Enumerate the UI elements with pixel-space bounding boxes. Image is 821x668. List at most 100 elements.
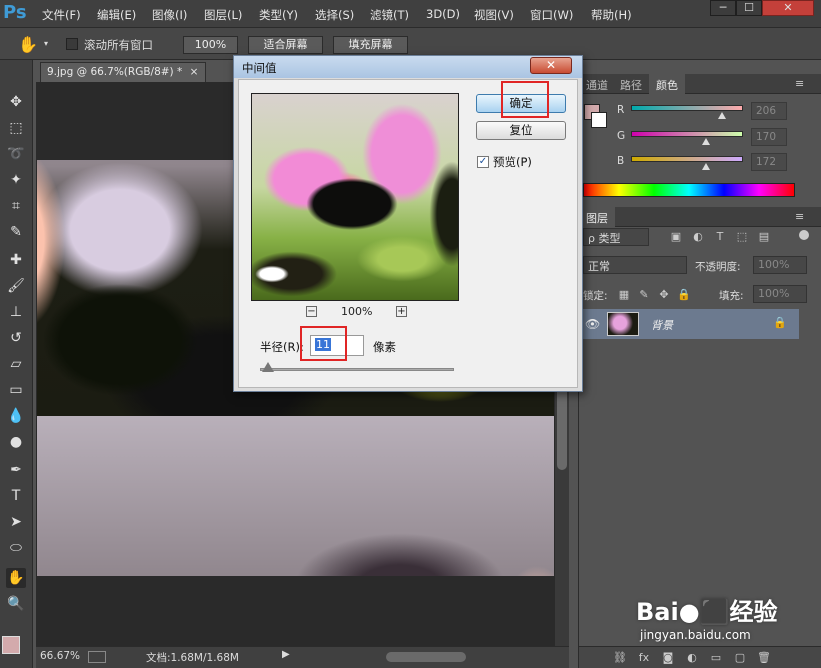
color-r-label: R — [617, 104, 625, 116]
blur-tool-icon[interactable]: 💧 — [6, 406, 26, 426]
layer-mask-icon[interactable]: ◙ — [661, 651, 675, 665]
status-menu-arrow-icon[interactable]: ▶ — [282, 649, 290, 660]
link-layers-icon[interactable]: ⛓ — [613, 651, 627, 665]
brush-tool-icon[interactable]: 🖌 — [6, 276, 26, 296]
eraser-tool-icon[interactable]: ▱ — [6, 354, 26, 374]
filter-smart-object-icon[interactable]: ▤ — [757, 230, 771, 244]
radius-unit: 像素 — [373, 340, 396, 354]
fill-input[interactable]: 100% — [753, 285, 807, 303]
scroll-all-checkbox[interactable] — [66, 38, 78, 50]
tab-channels[interactable]: 通道 — [579, 74, 615, 94]
reset-button[interactable]: 复位 — [476, 121, 566, 140]
tab-color[interactable]: 颜色 — [649, 74, 685, 94]
layers-panel-tabs: 图层 ≡ — [579, 207, 821, 227]
menu-edit[interactable]: 编辑(E) — [97, 7, 136, 23]
history-brush-tool-icon[interactable]: ↺ — [6, 328, 26, 348]
menu-help[interactable]: 帮助(H) — [591, 7, 632, 23]
layer-name[interactable]: 背景 — [651, 317, 673, 333]
color-g-slider[interactable] — [631, 131, 743, 137]
hand-tool-icon[interactable]: ✋ — [18, 35, 38, 54]
menu-view[interactable]: 视图(V) — [474, 7, 514, 23]
menu-type[interactable]: 类型(Y) — [259, 7, 298, 23]
tab-layers[interactable]: 图层 — [579, 207, 615, 227]
lock-transparent-icon[interactable]: ▦ — [617, 288, 631, 302]
preview-zoom-level: 100% — [341, 305, 373, 318]
menu-select[interactable]: 选择(S) — [315, 7, 354, 23]
filter-adjustment-icon[interactable]: ◐ — [691, 230, 705, 244]
marquee-tool-icon[interactable]: ⬚ — [6, 118, 26, 138]
menu-layer[interactable]: 图层(L) — [204, 7, 242, 23]
filter-preview[interactable] — [251, 93, 459, 301]
fit-screen-button[interactable]: 适合屏幕 — [248, 36, 323, 54]
dodge-tool-icon[interactable]: ● — [6, 432, 26, 452]
gradient-tool-icon[interactable]: ▭ — [6, 380, 26, 400]
menu-3d[interactable]: 3D(D) — [426, 7, 460, 21]
zoom-tool-icon[interactable]: 🔍 — [6, 594, 26, 614]
zoom-100-button[interactable]: 100% — [183, 36, 238, 54]
tab-paths[interactable]: 路径 — [613, 74, 649, 94]
ellipse-tool-icon[interactable]: ⬭ — [6, 538, 26, 558]
layer-style-icon[interactable]: fx — [637, 651, 651, 665]
foreground-color-swatch[interactable] — [2, 636, 20, 654]
fill-screen-button[interactable]: 填充屏幕 — [333, 36, 408, 54]
opacity-input[interactable]: 100% — [753, 256, 807, 274]
filter-pixel-icon[interactable]: ▣ — [669, 230, 683, 244]
color-bg-swatch[interactable] — [591, 112, 607, 128]
lock-all-icon[interactable]: 🔒 — [677, 288, 691, 302]
blend-mode-dropdown[interactable]: 正常 — [583, 256, 687, 274]
menu-filter[interactable]: 滤镜(T) — [370, 7, 409, 23]
filter-shape-icon[interactable]: ⬚ — [735, 230, 749, 244]
zoom-level[interactable]: 66.67% — [40, 650, 80, 662]
horizontal-scrollbar-thumb[interactable] — [386, 652, 466, 662]
new-adjustment-icon[interactable]: ◐ — [685, 651, 699, 665]
color-b-label: B — [617, 155, 625, 167]
crop-tool-icon[interactable]: ⌗ — [6, 196, 26, 216]
color-r-slider-handle[interactable] — [717, 112, 726, 119]
filter-type-icon[interactable]: T — [713, 230, 727, 244]
color-b-slider-handle[interactable] — [702, 163, 711, 170]
menu-window[interactable]: 窗口(W) — [530, 7, 573, 23]
radius-slider-track[interactable] — [260, 368, 454, 371]
minimize-button[interactable]: ─ — [710, 0, 736, 16]
new-group-icon[interactable]: ▭ — [709, 651, 723, 665]
document-tab[interactable]: 9.jpg @ 66.7%(RGB/8#) * × — [40, 62, 206, 82]
color-b-slider[interactable] — [631, 156, 743, 162]
color-g-slider-handle[interactable] — [702, 138, 711, 145]
lasso-tool-icon[interactable]: ➰ — [6, 144, 26, 164]
menu-file[interactable]: 文件(F) — [42, 7, 81, 23]
magic-wand-tool-icon[interactable]: ✦ — [6, 170, 26, 190]
tool-preset-chevron-icon[interactable]: ▾ — [44, 39, 48, 48]
radius-slider-handle[interactable] — [262, 362, 274, 372]
move-tool-icon[interactable]: ✥ — [6, 92, 26, 112]
document-tab-close-icon[interactable]: × — [190, 66, 199, 78]
filter-toggle-icon[interactable] — [799, 230, 809, 240]
close-app-button[interactable]: ✕ — [762, 0, 814, 16]
lock-image-icon[interactable]: ✎ — [637, 288, 651, 302]
lock-position-icon[interactable]: ✥ — [657, 288, 671, 302]
panel-menu-icon[interactable]: ≡ — [795, 77, 804, 90]
color-g-value[interactable]: 170 — [751, 128, 787, 146]
color-b-value[interactable]: 172 — [751, 153, 787, 171]
pen-tool-icon[interactable]: ✒ — [6, 460, 26, 480]
layer-filter-dropdown[interactable]: ρ 类型 — [583, 228, 649, 246]
menu-image[interactable]: 图像(I) — [152, 7, 187, 23]
zoom-out-button[interactable]: − — [306, 306, 317, 317]
delete-layer-icon[interactable]: 🗑 — [757, 651, 771, 665]
path-selection-tool-icon[interactable]: ➤ — [6, 512, 26, 532]
color-spectrum-ramp[interactable] — [583, 183, 795, 197]
dialog-close-button[interactable]: ✕ — [530, 57, 572, 74]
new-layer-icon[interactable]: ▢ — [733, 651, 747, 665]
clone-stamp-tool-icon[interactable]: ⊥ — [6, 302, 26, 322]
hand-tool-active-icon[interactable]: ✋ — [6, 568, 26, 588]
color-r-slider[interactable] — [631, 105, 743, 111]
maximize-button[interactable]: ☐ — [736, 0, 762, 16]
zoom-in-button[interactable]: + — [396, 306, 407, 317]
preview-checkbox[interactable]: ✓ — [477, 156, 489, 168]
eyedropper-tool-icon[interactable]: ✎ — [6, 222, 26, 242]
type-tool-icon[interactable]: T — [6, 486, 26, 506]
healing-brush-tool-icon[interactable]: ✚ — [6, 250, 26, 270]
layer-row-background[interactable]: 👁 背景 🔒 — [581, 309, 799, 339]
color-r-value[interactable]: 206 — [751, 102, 787, 120]
layer-visibility-eye-icon[interactable]: 👁 — [585, 317, 600, 331]
layers-panel-menu-icon[interactable]: ≡ — [795, 210, 804, 223]
